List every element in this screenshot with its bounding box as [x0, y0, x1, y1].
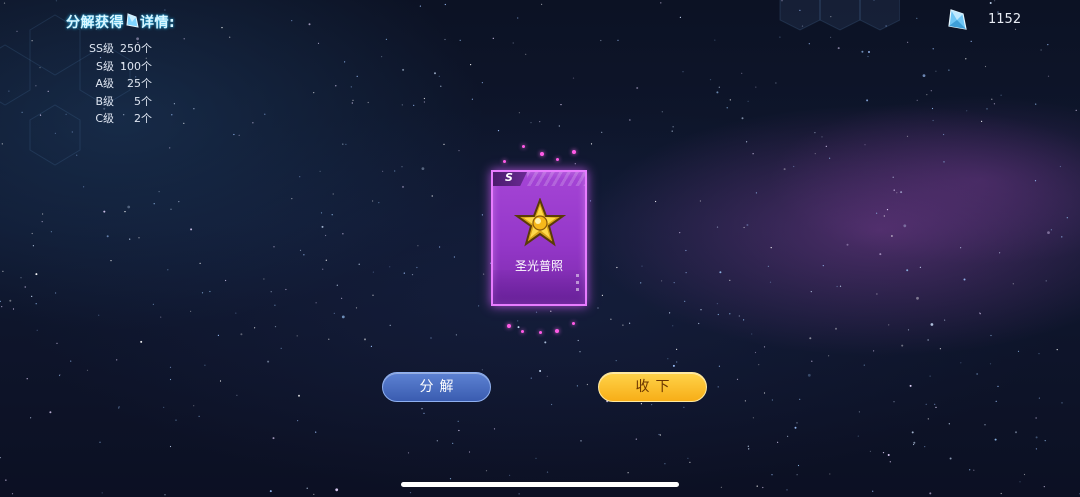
info-title-suffix: 详情: [140, 15, 176, 31]
grade-amount: 250个 [120, 42, 152, 55]
game-screen: 分解获得 详情: SS级 250个 S级 100个 A级 25个 B级 5个 C级… [0, 0, 1080, 497]
info-panel-title: 分解获得 详情: [66, 12, 175, 33]
sparkle [539, 331, 542, 334]
info-row-b: B级 5个 [66, 93, 166, 109]
card-rank: S [505, 171, 513, 184]
home-indicator[interactable] [401, 482, 679, 487]
sparkle [555, 329, 559, 333]
grade-label: SS级 [89, 42, 114, 55]
reward-card[interactable]: S 圣光普照 [491, 170, 587, 306]
decompose-button[interactable]: 分解 [382, 372, 491, 402]
grade-label: S级 [96, 60, 114, 73]
grade-amount: 2个 [134, 112, 152, 125]
info-row-ss: SS级 250个 [66, 40, 166, 56]
hex-decoration-top [779, 0, 900, 31]
grade-amount: 5个 [134, 95, 152, 108]
sparkle [503, 160, 506, 163]
sparkle [540, 152, 544, 156]
grade-label: A级 [95, 77, 114, 90]
crystal-diamond-icon [125, 13, 139, 33]
sparkle [572, 322, 575, 325]
info-row-c: C级 2个 [66, 110, 166, 126]
sparkle [507, 324, 511, 328]
card-top-stripe [527, 172, 585, 186]
info-row-a: A级 25个 [66, 75, 166, 91]
grade-amount: 100个 [120, 60, 152, 73]
crystal-count: 1152 [988, 12, 1022, 27]
info-row-s: S级 100个 [66, 58, 166, 74]
grade-amount: 25个 [127, 77, 152, 90]
sparkle [556, 158, 559, 161]
collect-button[interactable]: 收下 [598, 372, 707, 402]
card-name: 圣光普照 [514, 259, 563, 273]
grade-label: C级 [95, 112, 114, 125]
crystal-currency-counter: 1152 [946, 8, 1056, 34]
golden-star-emblem-icon [513, 197, 567, 252]
sparkle [521, 330, 524, 333]
crystal-diamond-icon [946, 8, 968, 36]
info-title-prefix: 分解获得 [66, 15, 124, 31]
grade-label: B级 [95, 95, 114, 108]
card-bottom-band [493, 270, 585, 304]
sparkle [572, 150, 576, 154]
card-dots-decoration [575, 274, 581, 298]
sparkle [522, 145, 525, 148]
